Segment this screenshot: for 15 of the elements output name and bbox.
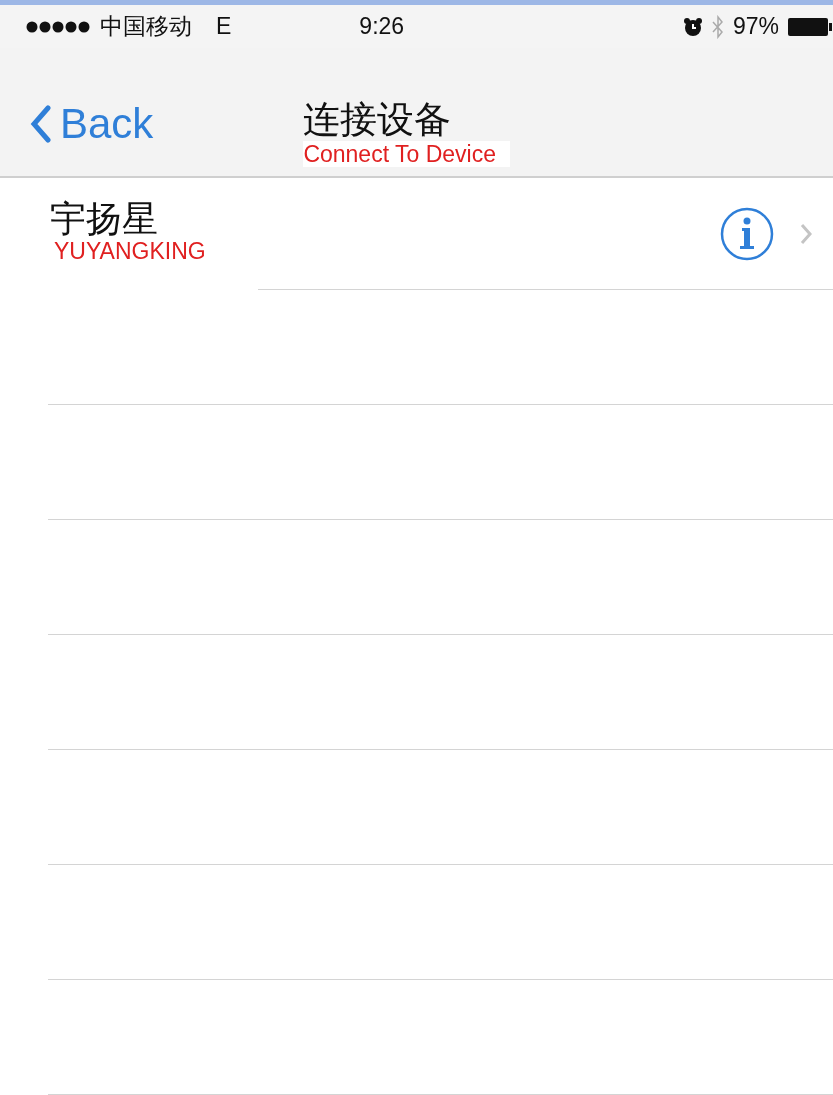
battery-icon [787, 16, 833, 37]
bluetooth-icon [710, 14, 725, 39]
clock-time: 9:26 [359, 12, 405, 42]
back-button[interactable]: Back [0, 92, 154, 155]
carrier-name: 中国移动 [100, 12, 192, 42]
battery-percent: 97% [732, 12, 779, 42]
screen-title: 连接设备 [303, 100, 452, 141]
device-annotation: YUYANGKING [54, 239, 206, 265]
back-chevron-icon [30, 104, 52, 143]
alarm-clock-icon [682, 16, 703, 37]
chevron-right-icon [799, 222, 813, 246]
network-type: E [216, 12, 232, 42]
title-annotation: Connect To Device [303, 140, 510, 168]
device-name: 宇扬星 [50, 198, 158, 240]
info-icon[interactable] [719, 206, 775, 262]
